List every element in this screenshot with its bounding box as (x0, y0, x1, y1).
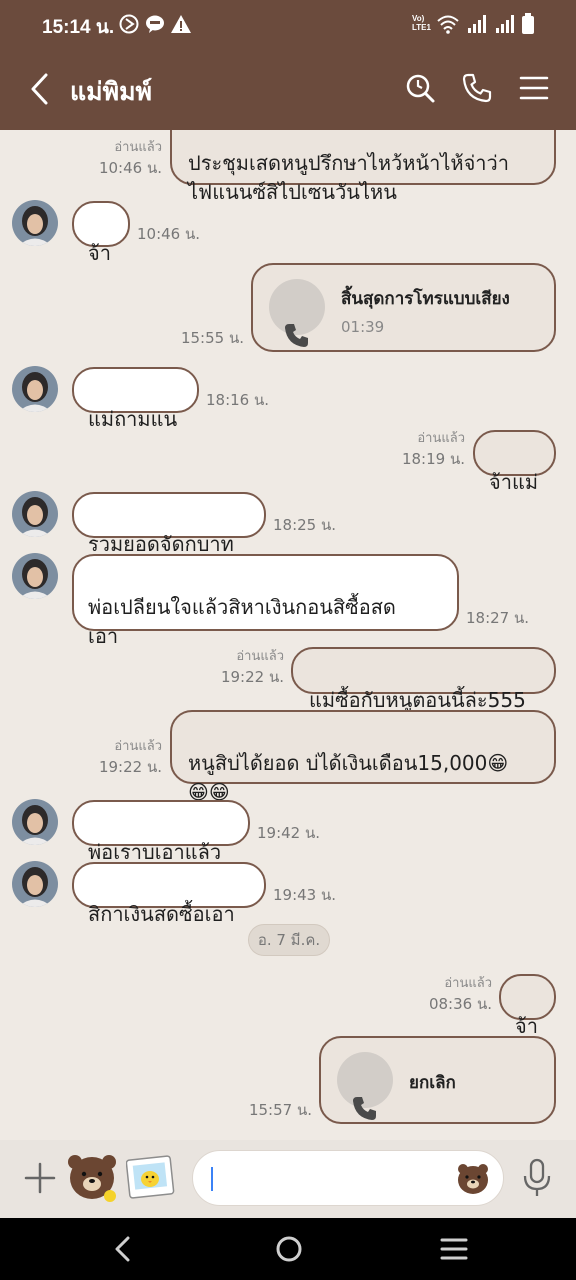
message-time: 19:22 น. (98, 758, 162, 776)
plus-icon[interactable] (24, 1162, 56, 1194)
volte-indicator: Vo) LTE1 (412, 14, 431, 32)
message-text: จ้า (88, 241, 111, 265)
message-time: 15:55 น. (180, 329, 244, 347)
nav-back-icon[interactable] (110, 1234, 136, 1264)
message-text: แม่ซื้อกับหนูตอนนี้ล่ะ555 (309, 688, 526, 712)
chat-bubble-outgoing[interactable]: แม่ซื้อกับหนูตอนนี้ล่ะ555 (291, 647, 556, 712)
status-time: 15:14 น. (42, 17, 115, 38)
call-title: ยกเลิก (409, 1073, 456, 1093)
call-duration: 01:39 (341, 318, 385, 336)
chat-bubble-incoming[interactable]: พ่อเปลียนใจแล้วสิหาเงินกอนสิซื้อสด เอา (72, 554, 459, 648)
message-time: 18:27 น. (466, 609, 530, 627)
play-notification-icon (119, 14, 139, 34)
signal-icon-2 (496, 15, 514, 33)
message-meta: อ่านแล้ว 08:36 น. (429, 975, 492, 1015)
call-bubble[interactable]: ยกเลิก (319, 1036, 556, 1124)
search-icon[interactable] (404, 72, 436, 104)
message-time: 19:22 น. (220, 668, 284, 686)
warning-icon (171, 15, 191, 33)
chat-bubble-outgoing[interactable]: ประชุมเสดหนูปรึกษาไหว้หน้าไห้จ่าว่า ไฟแน… (170, 130, 556, 204)
avatar[interactable] (12, 799, 58, 845)
contact-name: แม่พิมพ์ (70, 77, 153, 106)
message-meta: 18:27 น. (466, 607, 529, 629)
status-bar: 15:14 น. Vo) LTE1 (0, 0, 576, 48)
message-meta: 15:57 น. (249, 1099, 312, 1121)
read-receipt: อ่านแล้ว (417, 431, 465, 446)
chat-bubble-outgoing[interactable]: จ้าแม่ (473, 430, 556, 494)
message-meta: 18:16 น. (206, 389, 269, 411)
message-time: 19:42 น. (257, 824, 321, 842)
message-meta: อ่านแล้ว 19:22 น. (221, 648, 284, 688)
chat-bubble-incoming[interactable]: รวมยอดจัดกบาท (72, 492, 266, 556)
phone-call-icon (353, 1097, 376, 1120)
chat-bubble-incoming[interactable]: สิกาเงินสดซื้อเอา (72, 862, 266, 926)
signal-icon-1 (468, 15, 486, 33)
chat-bubble-incoming[interactable]: จ้า (72, 201, 130, 265)
battery-icon (522, 13, 534, 34)
message-text: หนูสิบ่ได้ยอด บ่ได้เงินเดือน15,000😁 😁😁 (188, 751, 509, 804)
message-text: ประชุมเสดหนูปรึกษาไหว้หน้าไห้จ่าว่า ไฟแน… (188, 151, 509, 204)
chat-header: แม่พิมพ์ (0, 48, 576, 130)
message-time: 18:19 น. (401, 450, 465, 468)
message-meta: 19:43 น. (273, 884, 336, 906)
chat-bubble-outgoing[interactable]: จ้า (499, 974, 556, 1038)
message-meta: อ่านแล้ว 19:22 น. (99, 738, 162, 778)
avatar[interactable] (12, 553, 58, 599)
read-receipt: อ่านแล้ว (236, 649, 284, 664)
message-meta: อ่านแล้ว 10:46 น. (99, 139, 162, 179)
emoji-bear-icon[interactable] (455, 1160, 491, 1196)
message-meta: 10:46 น. (137, 223, 200, 245)
message-text: รวมยอดจัดกบาท (88, 532, 234, 556)
message-text: พ่อเปลียนใจแล้วสิหาเงินกอนสิซื้อสด เอา (88, 595, 396, 648)
message-text: สิกาเงินสดซื้อเอา (88, 902, 235, 926)
line-notification-icon (146, 15, 164, 33)
nav-recents-icon[interactable] (440, 1234, 468, 1264)
chat-bubble-outgoing[interactable]: หนูสิบ่ได้ยอด บ่ได้เงินเดือน15,000😁 😁😁 (170, 710, 556, 804)
menu-icon[interactable] (518, 72, 550, 104)
text-cursor (211, 1167, 213, 1191)
message-time: 15:57 น. (248, 1101, 312, 1119)
message-text: จ้าแม่ (489, 470, 539, 494)
message-meta: 18:25 น. (273, 514, 336, 536)
message-text: พ่อเราบเอาแล้ว (88, 840, 222, 864)
message-time: 10:46 น. (137, 225, 201, 243)
message-time: 18:16 น. (206, 391, 270, 409)
mic-icon[interactable] (522, 1158, 552, 1198)
chat-bubble-incoming[interactable]: แม่ถามแน (72, 367, 199, 431)
avatar[interactable] (12, 861, 58, 907)
call-bubble[interactable]: สิ้นสุดการโทรแบบเสียง 01:39 (251, 263, 556, 352)
read-receipt: อ่านแล้ว (444, 976, 492, 991)
back-icon[interactable] (28, 72, 52, 106)
sticker-icon[interactable] (64, 1150, 120, 1206)
message-input[interactable] (192, 1150, 504, 1206)
chat-area[interactable]: อ่านแล้ว 10:46 น. ประชุมเสดหนูปรึกษาไหว้… (0, 130, 576, 1140)
message-meta: อ่านแล้ว 18:19 น. (402, 430, 465, 470)
call-icon-circle (269, 279, 325, 347)
phone-icon[interactable] (461, 72, 493, 104)
message-input-bar (0, 1140, 576, 1218)
read-receipt: อ่านแล้ว (114, 140, 162, 155)
message-meta: 15:55 น. (181, 327, 244, 349)
avatar[interactable] (12, 366, 58, 412)
call-icon-circle (337, 1052, 393, 1120)
call-title: สิ้นสุดการโทรแบบเสียง (341, 289, 510, 309)
read-receipt: อ่านแล้ว (114, 739, 162, 754)
message-text: แม่ถามแน (88, 407, 178, 431)
date-divider: อ. 7 มี.ค. (248, 924, 330, 956)
system-nav-bar (0, 1218, 576, 1280)
gallery-icon[interactable] (126, 1154, 176, 1200)
nav-home-icon[interactable] (274, 1234, 304, 1264)
phone-call-icon (285, 324, 308, 347)
avatar[interactable] (12, 491, 58, 537)
chat-bubble-incoming[interactable]: พ่อเราบเอาแล้ว (72, 800, 250, 864)
message-text: จ้า (515, 1014, 538, 1038)
message-time: 18:25 น. (273, 516, 337, 534)
message-time: 08:36 น. (428, 995, 492, 1013)
message-time: 10:46 น. (98, 159, 162, 177)
wifi-icon (437, 15, 459, 34)
message-meta: 19:42 น. (257, 822, 320, 844)
message-time: 19:43 น. (273, 886, 337, 904)
avatar[interactable] (12, 200, 58, 246)
